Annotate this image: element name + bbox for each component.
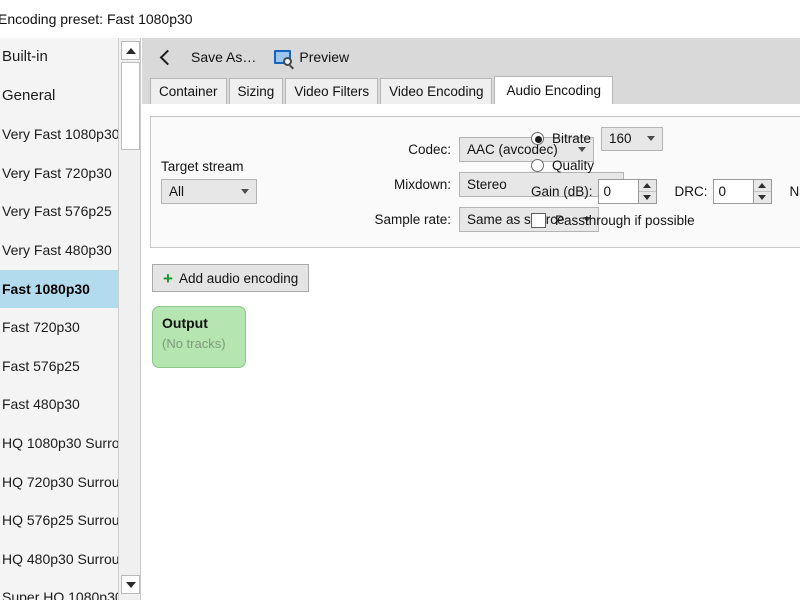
quality-option[interactable]: Quality [531, 152, 663, 179]
passthrough-label: Passthrough if possible [555, 213, 695, 228]
name-label: Nam [789, 184, 800, 199]
gain-input[interactable]: 0 [597, 179, 638, 204]
passthrough-option[interactable]: Passthrough if possible [531, 213, 695, 228]
chevron-down-icon [241, 189, 249, 194]
triangle-up-icon [758, 183, 767, 188]
add-audio-encoding-button[interactable]: + Add audio encoding [152, 264, 310, 292]
gain-increment-button[interactable] [638, 180, 656, 192]
encoding-preset-label: Encoding preset: Fast 1080p30 [0, 11, 193, 27]
output-card-title: Output [162, 315, 208, 331]
target-stream-value: All [169, 184, 185, 199]
radio-unselected-icon [531, 159, 544, 172]
preset-item-very-fast-1080p30[interactable]: Very Fast 1080p30 [0, 115, 118, 154]
status-bar: Encoding preset: Fast 1080p30 [0, 0, 800, 38]
scroll-up-button[interactable] [121, 41, 140, 60]
preset-item-hq-480p30-surround[interactable]: HQ 480p30 Surround [0, 540, 118, 579]
tab-video-encoding[interactable]: Video Encoding [380, 78, 493, 104]
preset-item-very-fast-720p30[interactable]: Very Fast 720p30 [0, 154, 118, 193]
gain-stepper[interactable]: 0 [597, 179, 657, 204]
preset-list-scrollbar[interactable] [119, 38, 141, 600]
main-pane: Save As… Preview Container Sizing Video … [142, 38, 800, 600]
bitrate-option[interactable]: Bitrate 160 [531, 125, 664, 152]
save-as-button[interactable]: Save As… [182, 38, 265, 76]
chevron-left-icon [159, 49, 175, 65]
preset-item-super-hq-1080p30-surround[interactable]: Super HQ 1080p30 Surround [0, 578, 118, 600]
preset-item-very-fast-576p25[interactable]: Very Fast 576p25 [0, 192, 118, 231]
scrollbar-thumb[interactable] [121, 62, 140, 150]
mixdown-label: Mixdown: [393, 177, 451, 192]
triangle-down-icon [758, 195, 767, 200]
audio-encoding-panel: Target stream All Codec: AAC (avcodec) M… [142, 104, 800, 600]
drc-stepper-buttons[interactable] [752, 179, 772, 204]
app-window: Encoding preset: Fast 1080p30 Built-in G… [0, 0, 800, 600]
codec-label: Codec: [408, 142, 451, 157]
drc-label: DRC: [674, 184, 708, 199]
target-stream-field: Target stream All [161, 159, 265, 204]
output-card-subtitle: (No tracks) [162, 336, 226, 351]
triangle-down-icon [643, 195, 652, 200]
preset-item-hq-576p25-surround[interactable]: HQ 576p25 Surround [0, 501, 118, 540]
gain-decrement-button[interactable] [639, 192, 656, 203]
preset-group-general[interactable]: General [0, 77, 118, 116]
add-audio-encoding-label: Add audio encoding [178, 270, 299, 286]
bitrate-value: 160 [609, 131, 632, 146]
preview-button[interactable]: Preview [265, 38, 358, 76]
preset-group-built-in[interactable]: Built-in [0, 38, 118, 77]
triangle-up-icon [125, 47, 136, 54]
rate-control-group: Bitrate 160 Quality [531, 125, 664, 179]
preset-list: Built-in General Very Fast 1080p30 Very … [0, 38, 118, 600]
tab-bar: Container Sizing Video Filters Video Enc… [142, 76, 800, 104]
tab-sizing[interactable]: Sizing [228, 78, 284, 104]
plus-icon: + [163, 268, 173, 288]
drc-input[interactable]: 0 [712, 179, 753, 204]
magnifier-handle-shape [289, 64, 295, 70]
preset-item-fast-480p30[interactable]: Fast 480p30 [0, 385, 118, 424]
bitrate-label: Bitrate [552, 131, 592, 146]
scroll-down-button[interactable] [121, 575, 140, 594]
tab-container[interactable]: Container [150, 78, 227, 104]
radio-selected-icon [531, 132, 544, 145]
preview-label: Preview [299, 49, 350, 65]
output-card[interactable]: Output (No tracks) [152, 306, 246, 368]
save-as-label: Save As… [191, 49, 257, 65]
chevron-down-icon [647, 136, 656, 141]
triangle-down-icon [125, 581, 136, 588]
drc-stepper[interactable]: 0 [712, 179, 772, 204]
target-stream-dropdown[interactable]: All [161, 179, 257, 204]
checkbox-unchecked-icon [531, 213, 546, 228]
preset-item-very-fast-480p30[interactable]: Very Fast 480p30 [0, 231, 118, 270]
back-button[interactable] [148, 39, 182, 75]
target-stream-label: Target stream [161, 159, 244, 174]
quality-label: Quality [552, 158, 595, 173]
gain-drc-row: Gain (dB): 0 DRC: 0 N [531, 179, 800, 204]
preset-item-fast-720p30[interactable]: Fast 720p30 [0, 308, 118, 347]
preset-item-fast-576p25[interactable]: Fast 576p25 [0, 347, 118, 386]
preset-item-hq-1080p30-surround[interactable]: HQ 1080p30 Surround [0, 424, 118, 463]
gain-label: Gain (dB): [531, 184, 593, 199]
tab-video-filters[interactable]: Video Filters [285, 78, 379, 104]
triangle-up-icon [643, 183, 652, 188]
pane-toolbar: Save As… Preview [142, 38, 800, 76]
drc-increment-button[interactable] [753, 180, 771, 192]
gain-stepper-buttons[interactable] [637, 179, 657, 204]
bitrate-dropdown[interactable]: 160 [601, 126, 664, 151]
preset-list-panel[interactable]: Built-in General Very Fast 1080p30 Very … [0, 38, 119, 600]
drc-decrement-button[interactable] [754, 192, 771, 203]
tab-audio-encoding[interactable]: Audio Encoding [494, 76, 614, 104]
sample-rate-label: Sample rate: [374, 212, 451, 227]
audio-settings-group: Target stream All Codec: AAC (avcodec) M… [150, 116, 800, 248]
preview-magnifier-icon [274, 50, 295, 70]
preset-item-hq-720p30-surround[interactable]: HQ 720p30 Surround [0, 463, 118, 502]
preset-item-fast-1080p30[interactable]: Fast 1080p30 [0, 269, 118, 309]
